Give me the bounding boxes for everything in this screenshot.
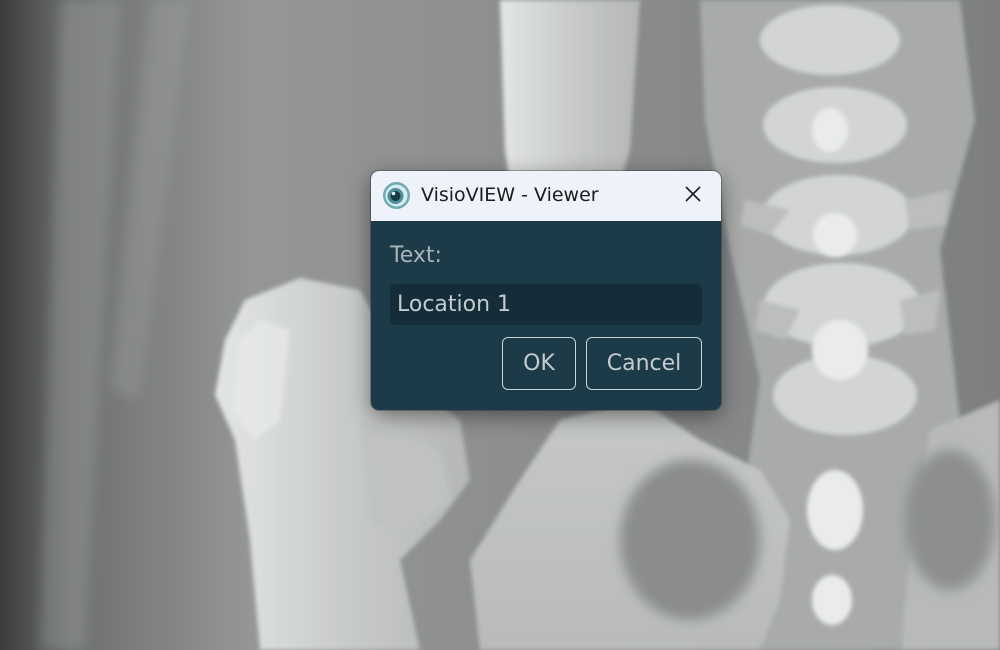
text-input[interactable] <box>390 284 702 325</box>
close-button[interactable] <box>665 171 721 221</box>
dialog-titlebar[interactable]: VisioVIEW - Viewer <box>371 171 721 221</box>
ok-button[interactable]: OK <box>502 337 576 390</box>
cancel-button[interactable]: Cancel <box>586 337 702 390</box>
radiograph-viewer[interactable]: VisioVIEW - Viewer Text: OK Cancel <box>0 0 1000 650</box>
text-input-dialog: VisioVIEW - Viewer Text: OK Cancel <box>371 171 721 410</box>
visioview-eye-icon <box>382 181 411 210</box>
close-icon <box>685 186 701 206</box>
text-field-label: Text: <box>390 243 442 268</box>
dialog-title: VisioVIEW - Viewer <box>421 184 599 206</box>
